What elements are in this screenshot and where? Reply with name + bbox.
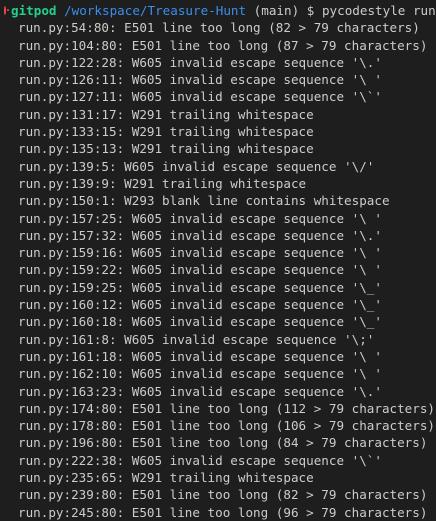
output-line: run.py:161:18: W605 invalid escape seque… [18,348,382,364]
output-line: run.py:159:25: W605 invalid escape seque… [18,279,382,295]
prompt-user: gitpod [11,3,57,18]
prompt-command: pycodestyle run.py [321,3,436,18]
output-line: run.py:133:15: W291 trailing whitespace [18,124,314,140]
output-line: run.py:160:18: W605 invalid escape seque… [18,314,382,330]
output-line: run.py:131:17: W291 trailing whitespace [18,106,314,122]
output-line: run.py:162:10: W605 invalid escape seque… [18,366,382,382]
output-line: run.py:178:80: E501 line too long (106 >… [18,418,436,434]
output-line: run.py:157:25: W605 invalid escape seque… [18,210,382,226]
output-line: run.py:222:38: W605 invalid escape seque… [18,452,382,468]
output-line: run.py:174:80: E501 line too long (112 >… [18,400,436,416]
prompt-path: /workspace/Treasure-Hunt [64,3,247,18]
output-line: run.py:150:1: W293 blank line contains w… [18,193,390,209]
prompt-line: gitpod /workspace/Treasure-Hunt (main) $… [0,2,436,19]
output-line: run.py:245:80: E501 line too long (96 > … [18,504,428,520]
output-line: run.py:160:12: W605 invalid escape seque… [18,297,382,313]
prompt-symbol: $ [306,3,315,18]
output-line: run.py:196:80: E501 line too long (84 > … [18,435,428,451]
output-line: run.py:139:9: W291 trailing whitespace [18,175,307,191]
output-line: run.py:135:13: W291 trailing whitespace [18,141,314,157]
output-line: run.py:127:11: W605 invalid escape seque… [18,89,382,105]
output-line: run.py:157:32: W605 invalid escape seque… [18,227,382,243]
output-line: run.py:126:11: W605 invalid escape seque… [18,72,382,88]
command-output: run.py:54:80: E501 line too long (82 > 7… [0,19,436,521]
output-line: run.py:54:80: E501 line too long (82 > 7… [18,20,420,36]
output-line: run.py:139:5: W605 invalid escape sequen… [18,158,375,174]
output-line: run.py:163:23: W605 invalid escape seque… [18,383,382,399]
prompt-branch: (main) [253,3,300,18]
output-line: run.py:159:16: W605 invalid escape seque… [18,245,382,261]
error-circle-icon[interactable] [4,6,10,16]
output-line: run.py:122:28: W605 invalid escape seque… [18,54,382,70]
terminal-panel[interactable]: gitpod /workspace/Treasure-Hunt (main) $… [0,0,436,520]
output-line: run.py:235:65: W291 trailing whitespace [18,470,314,486]
output-line: run.py:104:80: E501 line too long (87 > … [18,37,428,53]
output-line: run.py:159:22: W605 invalid escape seque… [18,262,382,278]
output-line: run.py:239:80: E501 line too long (82 > … [18,487,428,503]
output-line: run.py:161:8: W605 invalid escape sequen… [18,331,375,347]
